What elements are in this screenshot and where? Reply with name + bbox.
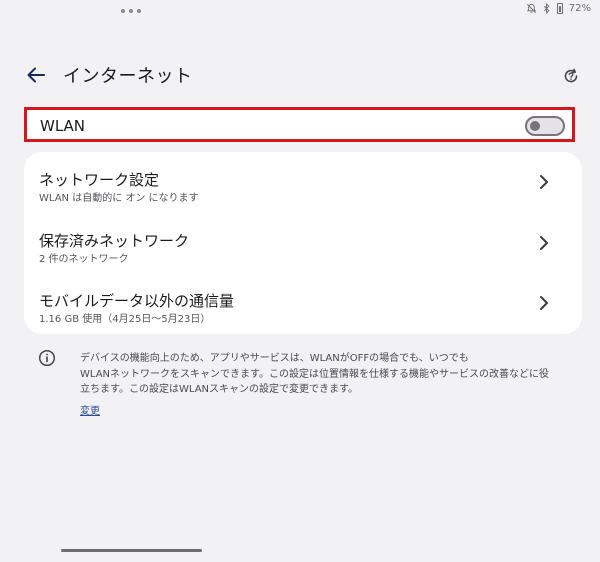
silent-bell-icon bbox=[526, 3, 537, 14]
item-subtitle: 2 件のネットワーク bbox=[39, 254, 129, 265]
status-icons: 72% bbox=[526, 3, 591, 14]
wlan-toggle-row[interactable]: WLAN bbox=[24, 107, 575, 142]
bluetooth-icon bbox=[543, 3, 551, 14]
arrow-back-icon bbox=[27, 67, 45, 83]
back-button[interactable] bbox=[23, 64, 49, 86]
info-icon bbox=[38, 349, 56, 367]
page-title: インターネット bbox=[63, 66, 193, 87]
status-bar: 72% bbox=[0, 0, 600, 22]
wlan-label: WLAN bbox=[40, 117, 86, 135]
chevron-right-icon bbox=[540, 236, 548, 250]
switch-knob bbox=[530, 121, 540, 131]
wlan-scan-info: デバイスの機能向上のため、アプリやサービスは、WLANがOFFの場合でも、いつで… bbox=[80, 351, 585, 398]
item-subtitle: 1.16 GB 使用（4月25日～5月23日） bbox=[39, 314, 211, 325]
item-title: 保存済みネットワーク bbox=[39, 232, 190, 250]
list-item-non-mobile-data-usage[interactable]: モバイルデータ以外の通信量 1.16 GB 使用（4月25日～5月23日） bbox=[24, 273, 582, 333]
gesture-nav-handle[interactable] bbox=[61, 549, 202, 552]
info-line: WLANネットワークをスキャンできます。この設定は位置情報を仕様する機能やサービ… bbox=[80, 368, 550, 380]
list-item-network-settings[interactable]: ネットワーク設定 WLAN は自動的に オン になります bbox=[24, 152, 582, 212]
info-line: デバイスの機能向上のため、アプリやサービスは、WLANがOFFの場合でも、いつで… bbox=[80, 353, 469, 364]
battery-icon bbox=[556, 3, 563, 14]
settings-card: ネットワーク設定 WLAN は自動的に オン になります 保存済みネットワーク … bbox=[24, 152, 582, 334]
help-refresh-icon bbox=[564, 68, 578, 83]
info-line: 立ちます。この設定はWLANスキャンの設定で変更できます。 bbox=[80, 384, 359, 395]
item-title: ネットワーク設定 bbox=[39, 171, 160, 189]
app-bar: インターネット bbox=[0, 58, 600, 92]
chevron-right-icon bbox=[540, 175, 548, 189]
item-title: モバイルデータ以外の通信量 bbox=[39, 292, 235, 310]
overflow-dots-icon bbox=[121, 9, 141, 13]
change-link[interactable]: 変更 bbox=[80, 402, 100, 417]
battery-level: 72% bbox=[568, 3, 591, 14]
help-button[interactable] bbox=[561, 66, 581, 86]
item-subtitle: WLAN は自動的に オン になります bbox=[39, 193, 199, 204]
wlan-switch[interactable] bbox=[525, 116, 565, 136]
list-item-saved-networks[interactable]: 保存済みネットワーク 2 件のネットワーク bbox=[24, 213, 582, 273]
chevron-right-icon bbox=[540, 296, 548, 310]
